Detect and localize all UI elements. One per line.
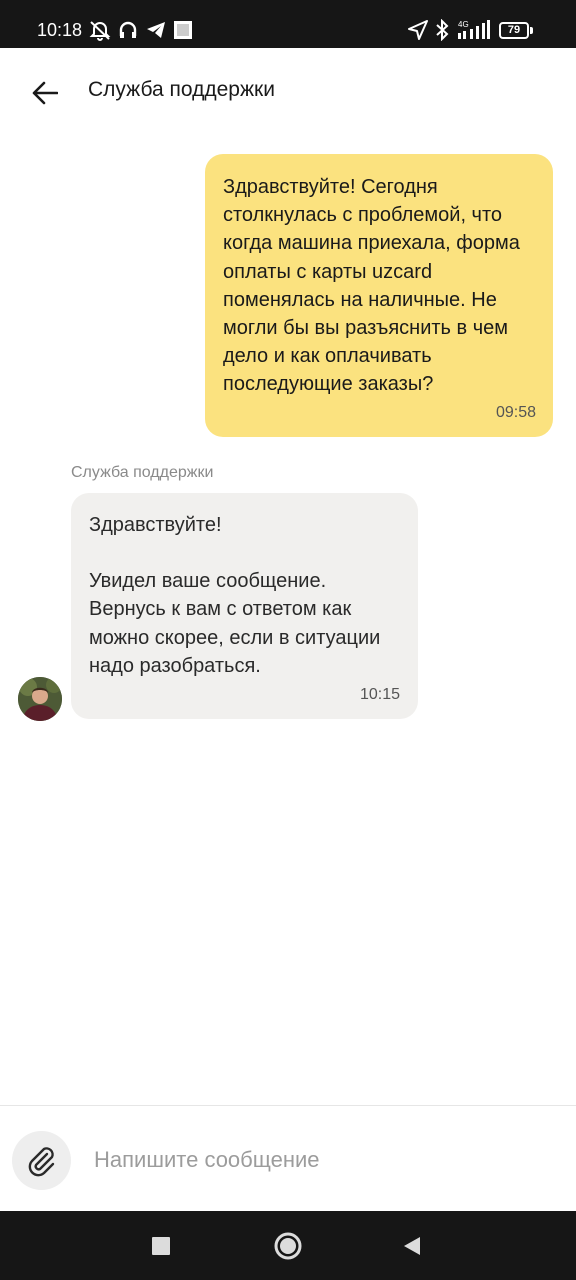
home-button[interactable] [270,1228,306,1264]
message-time: 09:58 [495,404,536,421]
back-nav-button[interactable] [394,1228,430,1264]
composer [0,1105,576,1211]
attach-button[interactable] [12,1131,71,1190]
incoming-message-bubble[interactable]: Здравствуйте! Увидел ваше сообщение. Вер… [71,493,418,719]
image-icon [173,18,193,42]
home-circle-icon [274,1232,302,1260]
bluetooth-icon [432,18,452,42]
support-agent-avatar-icon [18,677,62,721]
headphones-icon [117,18,139,42]
battery-icon: 79 [499,22,529,39]
status-bar: 10:18 4G 79 [0,0,576,48]
battery-level: 79 [507,24,521,36]
mute-icon [88,18,112,42]
system-nav-bar [0,1211,576,1280]
telegram-icon [145,18,167,42]
message-text: Здравствуйте! Сегодня столкнулась с проб… [223,176,520,396]
network-type-label: 4G [458,20,469,29]
back-triangle-icon [404,1237,420,1255]
message-text: Увидел ваше сообщение. Вернусь к вам с о… [89,570,386,677]
paperclip-icon [28,1146,54,1176]
signal-icon: 4G [456,18,492,42]
recents-button[interactable] [143,1228,179,1264]
message-input[interactable] [94,1134,554,1186]
avatar[interactable] [18,677,62,721]
outgoing-message-bubble[interactable]: Здравствуйте! Сегодня столкнулась с проб… [205,154,553,437]
sender-name: Служба поддержки [71,464,214,481]
arrow-left-icon [32,81,58,105]
recents-square-icon [152,1237,170,1255]
page-title: Служба поддержки [88,78,275,101]
header: Служба поддержки [0,48,576,138]
location-icon [406,18,430,42]
message-greeting: Здравствуйте! [89,514,222,536]
message-time: 10:15 [359,686,400,703]
battery-tip [530,27,533,34]
back-button[interactable] [24,72,66,114]
status-time: 10:18 [37,20,83,40]
